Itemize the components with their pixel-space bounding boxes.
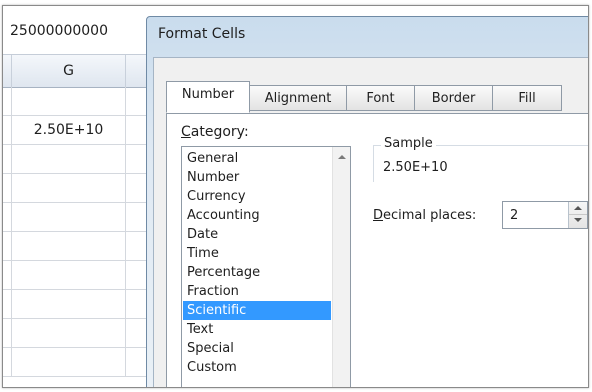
- category-item-special[interactable]: Special: [183, 339, 331, 358]
- cell[interactable]: [11, 261, 126, 289]
- cell[interactable]: [11, 203, 126, 231]
- cell[interactable]: [11, 87, 126, 115]
- cell[interactable]: [11, 348, 126, 376]
- cell[interactable]: [11, 145, 126, 173]
- cell-grid: 2.50E+10: [3, 87, 148, 387]
- spin-up-arrow-icon[interactable]: [574, 206, 582, 210]
- category-item-time[interactable]: Time: [183, 244, 331, 263]
- decimal-label-text: ecimal places:: [383, 208, 477, 223]
- cell[interactable]: [11, 319, 126, 347]
- cell[interactable]: [11, 174, 126, 202]
- scroll-up-arrow-icon[interactable]: [338, 155, 346, 159]
- cell[interactable]: [11, 232, 126, 260]
- decimal-spinner[interactable]: [568, 202, 587, 228]
- category-item-custom[interactable]: Custom: [183, 358, 331, 377]
- spinner-divider: [569, 214, 587, 215]
- category-item-scientific[interactable]: Scientific: [183, 301, 331, 320]
- decimal-places-spinbox[interactable]: 2: [502, 201, 588, 229]
- sample-label: Sample: [381, 136, 436, 151]
- tab-fill[interactable]: Fill: [492, 85, 562, 111]
- sample-value: 2.50E+10: [383, 160, 448, 175]
- grid-row: [3, 87, 148, 116]
- decimal-places-label: Decimal places:: [373, 208, 476, 223]
- cell[interactable]: [11, 290, 126, 318]
- formula-bar-value[interactable]: 25000000000: [7, 16, 144, 46]
- tab-font[interactable]: Font: [346, 85, 415, 111]
- tab-alignment[interactable]: Alignment: [249, 85, 347, 111]
- category-item-currency[interactable]: Currency: [183, 187, 331, 206]
- category-label-text: ategory:: [190, 124, 249, 140]
- tab-number[interactable]: Number: [166, 81, 250, 113]
- dialog-body: Number Alignment Font Border Fill Catego…: [153, 57, 588, 387]
- grid-row: [3, 348, 148, 377]
- grid-row: [3, 319, 148, 348]
- grid-row: [3, 145, 148, 174]
- column-header-bar: G: [3, 54, 148, 88]
- category-item-fraction[interactable]: Fraction: [183, 282, 331, 301]
- category-item-accounting[interactable]: Accounting: [183, 206, 331, 225]
- decimal-label-accelerator: D: [373, 208, 384, 223]
- decimal-places-value[interactable]: 2: [510, 208, 518, 223]
- category-item-percentage[interactable]: Percentage: [183, 263, 331, 282]
- spin-down-arrow-icon[interactable]: [574, 218, 582, 222]
- grid-row: 2.50E+10: [3, 116, 148, 145]
- category-item-date[interactable]: Date: [183, 225, 331, 244]
- screenshot-frame: 25000000000 G 2.50E+10 Format Cells Numb…: [2, 5, 589, 388]
- sample-group-border-left: [373, 145, 374, 182]
- category-label: Category:: [181, 124, 249, 140]
- category-listbox[interactable]: General Number Currency Accounting Date …: [181, 146, 351, 387]
- category-item-number[interactable]: Number: [183, 168, 331, 187]
- grid-row: [3, 261, 148, 290]
- category-scrollbar[interactable]: [332, 147, 350, 387]
- grid-row: [3, 290, 148, 319]
- column-header-g[interactable]: G: [11, 55, 126, 87]
- cell-g-scientific[interactable]: 2.50E+10: [11, 116, 126, 144]
- sample-group: Sample 2.50E+10: [373, 136, 588, 182]
- number-tab-panel: Category: General Number Currency Accoun…: [166, 113, 588, 387]
- dialog-title: Format Cells: [158, 26, 246, 42]
- grid-row: [3, 174, 148, 203]
- category-item-general[interactable]: General: [183, 149, 331, 168]
- grid-row: [3, 232, 148, 261]
- category-label-accelerator: C: [181, 124, 191, 140]
- grid-row: [3, 203, 148, 232]
- tab-border[interactable]: Border: [414, 85, 493, 111]
- category-item-text[interactable]: Text: [183, 320, 331, 339]
- format-cells-dialog: Format Cells Number Alignment Font Borde…: [146, 16, 588, 387]
